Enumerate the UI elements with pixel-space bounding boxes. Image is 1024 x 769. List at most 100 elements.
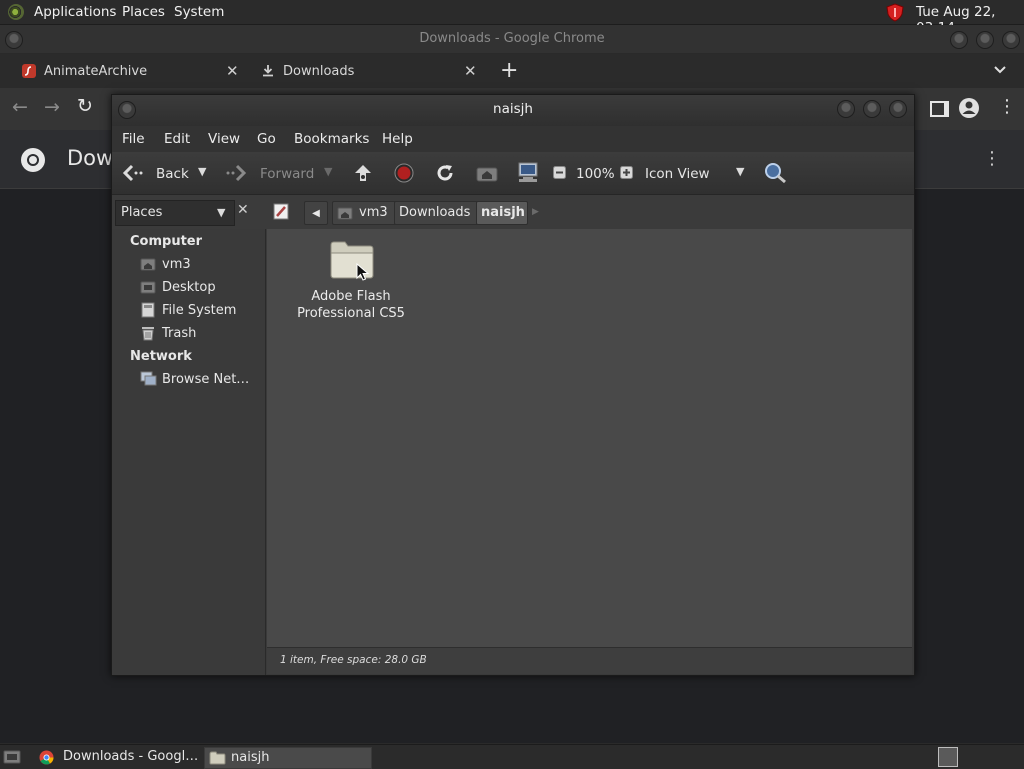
side-pane-selector[interactable]: Places ▼ (115, 200, 235, 226)
chrome-minimize-button[interactable] (950, 31, 968, 49)
applications-menu[interactable]: Applications (34, 4, 116, 20)
forward-history-dropdown-icon[interactable]: ▼ (324, 165, 332, 178)
close-tab-icon[interactable]: ✕ (464, 62, 477, 80)
tab-downloads[interactable]: Downloads ✕ (250, 54, 485, 88)
back-history-dropdown-icon[interactable]: ▼ (198, 165, 206, 178)
window-menu-icon[interactable] (118, 101, 136, 119)
back-arrow-icon[interactable]: ← (12, 96, 28, 118)
breadcrumb-naisjh[interactable]: naisjh (476, 201, 528, 225)
file-browser-titlebar[interactable]: naisjh (112, 95, 914, 126)
taskbar-item-naisjh[interactable]: naisjh (204, 747, 372, 769)
breadcrumb-downloads[interactable]: Downloads (394, 201, 478, 225)
menubar: File Edit View Go Bookmarks Help (112, 126, 914, 152)
reload-icon[interactable]: ↻ (77, 95, 93, 117)
computer-icon[interactable] (517, 161, 539, 183)
chevron-down-icon: ▼ (217, 206, 226, 219)
search-icon[interactable] (764, 162, 788, 184)
drive-icon (141, 302, 155, 318)
workspace-switcher[interactable] (938, 747, 958, 767)
statusbar: 1 item, Free space: 28.0 GB (267, 647, 912, 674)
desktop-folder-icon (140, 281, 156, 294)
taskbar-item-chrome[interactable]: Downloads - Googl… (35, 747, 200, 767)
shield-icon[interactable] (886, 3, 904, 22)
up-arrow-icon[interactable] (353, 163, 373, 183)
reload-icon[interactable] (435, 163, 455, 183)
places-sidebar: Computer vm3 Desktop File System Trash N… (112, 229, 266, 675)
file-view[interactable]: Adobe Flash Professional CS5 (267, 229, 912, 647)
folder-icon (209, 751, 226, 765)
chrome-tab-strip: AnimateArchive ✕ Downloads ✕ + (0, 54, 1024, 88)
chrome-maximize-button[interactable] (976, 31, 994, 49)
tab-label: AnimateArchive (44, 64, 148, 79)
minimize-button[interactable] (837, 100, 855, 118)
home-folder-icon[interactable] (476, 163, 498, 183)
file-name: Adobe Flash Professional CS5 (297, 289, 405, 321)
menu-go[interactable]: Go (257, 131, 276, 147)
sidebar-item-file-system[interactable]: File System (140, 301, 260, 321)
chrome-close-button[interactable] (1002, 31, 1020, 49)
close-button[interactable] (889, 100, 907, 118)
bottom-panel: Downloads - Googl… naisjh (0, 744, 1024, 769)
back-button[interactable]: Back (156, 166, 189, 182)
home-folder-icon (337, 207, 353, 220)
edit-location-icon[interactable] (273, 203, 289, 220)
file-item[interactable]: Adobe Flash Professional CS5 (291, 235, 411, 325)
page-more-icon[interactable]: ⋮ (983, 148, 1001, 169)
trash-icon (142, 327, 154, 341)
sidepanel-icon[interactable] (930, 101, 949, 117)
tab-search-chevron-icon[interactable] (994, 66, 1006, 74)
zoom-out-icon[interactable] (553, 166, 566, 179)
places-menu[interactable]: Places (122, 4, 165, 20)
sidebar-item-desktop[interactable]: Desktop (140, 278, 260, 298)
location-bar: Places ▼ ✕ ◀ vm3 Downloads naisjh ▶ (112, 195, 914, 229)
chrome-logo-icon (39, 750, 54, 765)
maximize-button[interactable] (863, 100, 881, 118)
menu-help[interactable]: Help (382, 131, 413, 147)
tab-animatearchive[interactable]: AnimateArchive ✕ (10, 54, 245, 88)
view-mode-select[interactable]: Icon View ▼ (642, 161, 750, 185)
gnome-foot-icon[interactable] (8, 4, 24, 20)
zoom-in-icon[interactable] (620, 166, 633, 179)
forward-button[interactable]: Forward (260, 166, 314, 182)
show-desktop-icon[interactable] (3, 749, 21, 764)
chrome-window-title: Downloads - Google Chrome (419, 31, 605, 46)
chevron-down-icon: ▼ (736, 165, 745, 178)
chevron-left-icon: ◀ (312, 208, 320, 219)
status-text: 1 item, Free space: 28.0 GB (280, 654, 427, 666)
forward-icon[interactable] (225, 164, 247, 182)
chrome-menu-icon[interactable]: ⋮ (998, 96, 1016, 117)
download-favicon-icon (263, 65, 273, 77)
close-tab-icon[interactable]: ✕ (226, 62, 239, 80)
breadcrumb-forward-scroll-icon[interactable]: ▶ (532, 207, 539, 217)
new-tab-icon[interactable]: + (500, 58, 518, 83)
forward-arrow-icon[interactable]: → (44, 96, 60, 118)
sidebar-item-vm3[interactable]: vm3 (140, 255, 260, 275)
page-title: Dow (67, 146, 114, 170)
zoom-level: 100% (576, 166, 615, 182)
sidebar-item-trash[interactable]: Trash (140, 324, 260, 344)
view-mode-label: Icon View (645, 166, 710, 182)
window-title: naisjh (493, 101, 533, 117)
menu-view[interactable]: View (208, 131, 240, 147)
sidebar-item-browse-network[interactable]: Browse Net… (140, 370, 264, 390)
close-side-pane-icon[interactable]: ✕ (237, 202, 249, 218)
breadcrumb-back-scroll[interactable]: ◀ (304, 201, 328, 225)
tab-label: Downloads (283, 64, 355, 79)
menu-file[interactable]: File (122, 131, 145, 147)
mouse-cursor-icon (356, 263, 370, 281)
system-menu[interactable]: System (174, 4, 224, 20)
sidebar-header-computer: Computer (130, 234, 203, 249)
flash-favicon-icon (22, 64, 36, 78)
menu-edit[interactable]: Edit (164, 131, 190, 147)
stop-icon[interactable] (394, 163, 414, 183)
chrome-logo-icon (21, 148, 45, 172)
chrome-window-menu-icon[interactable] (5, 31, 23, 49)
chrome-titlebar: Downloads - Google Chrome (0, 25, 1024, 53)
back-icon[interactable] (122, 164, 144, 182)
file-browser-window: naisjh File Edit View Go Bookmarks Help … (111, 94, 915, 676)
profile-avatar-icon[interactable] (958, 97, 980, 119)
breadcrumb-vm3[interactable]: vm3 (332, 201, 396, 225)
home-folder-icon (140, 258, 156, 271)
menu-bookmarks[interactable]: Bookmarks (294, 131, 369, 147)
side-pane-label: Places (121, 205, 163, 220)
